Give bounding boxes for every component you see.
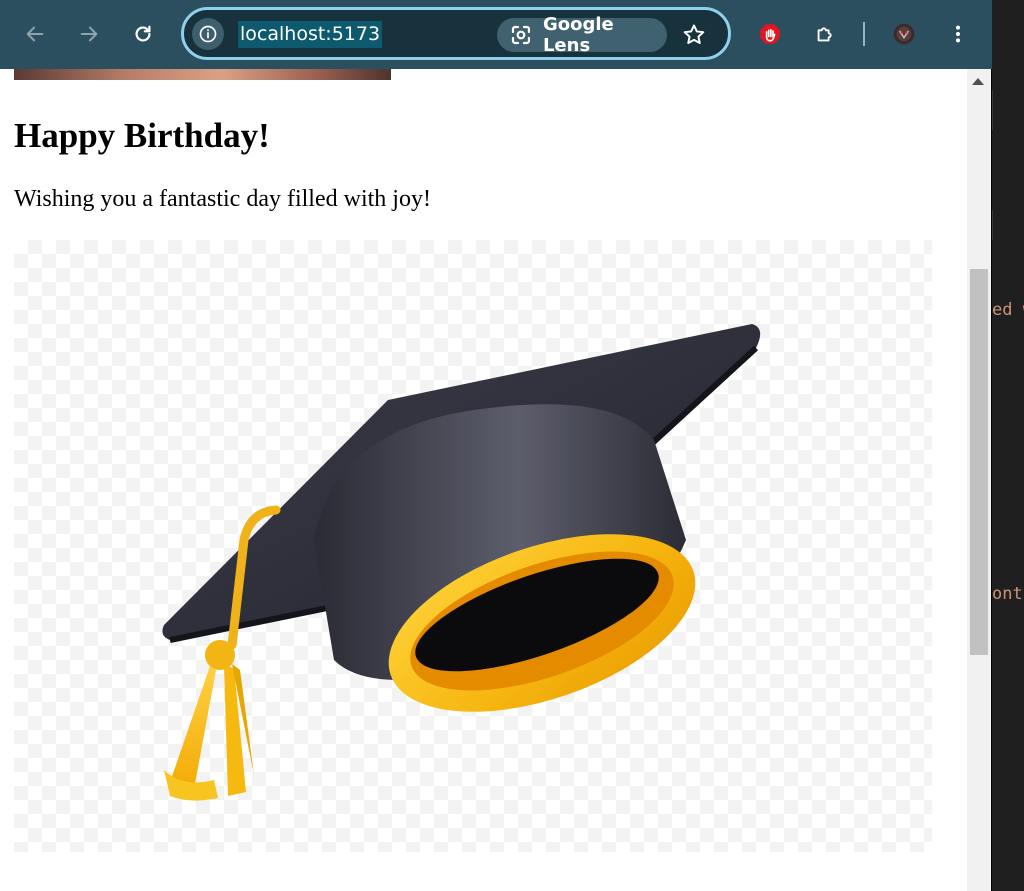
back-button[interactable] [19, 18, 51, 50]
page-scrollbar[interactable] [967, 69, 991, 891]
page-content: Happy Birthday! Wishing you a fantastic … [0, 69, 967, 891]
toolbar-divider [863, 22, 865, 46]
forward-button[interactable] [73, 18, 105, 50]
browser-window: localhost:5173 Google Lens Happy Birthda… [0, 0, 992, 891]
page-title: Happy Birthday! [14, 116, 270, 155]
arrow-left-icon [26, 26, 44, 42]
indent-guide [992, 90, 993, 130]
code-fragment: ont [992, 584, 1023, 604]
indent-guide [992, 210, 993, 240]
star-icon [683, 24, 705, 44]
arrow-right-icon [80, 26, 98, 42]
info-circle-icon [199, 25, 217, 43]
graduation-cap-image [14, 240, 932, 852]
stop-hand-icon [760, 24, 780, 44]
vertical-dots-icon [955, 25, 961, 43]
bookmark-button[interactable] [681, 22, 707, 48]
google-lens-icon [511, 25, 531, 45]
google-lens-button[interactable]: Google Lens [497, 14, 667, 56]
code-fragment: ed w [992, 300, 1024, 320]
address-bar[interactable]: localhost:5173 Google Lens [181, 7, 731, 60]
scroll-up-arrow[interactable] [972, 78, 984, 85]
reload-icon [135, 25, 151, 42]
google-lens-label: Google Lens [542, 14, 614, 56]
adblock-extension-button[interactable] [754, 18, 786, 50]
birthday-message: Wishing you a fantastic day filled with … [14, 186, 431, 212]
profile-button[interactable] [888, 18, 920, 50]
extensions-button[interactable] [809, 18, 841, 50]
scroll-thumb[interactable] [970, 269, 988, 655]
menu-button[interactable] [942, 18, 974, 50]
url-text[interactable]: localhost:5173 [238, 21, 383, 48]
browser-toolbar: localhost:5173 Google Lens [0, 0, 992, 69]
avatar-icon [893, 23, 915, 45]
site-info-button[interactable] [192, 18, 224, 50]
code-editor-background: ed w ont [992, 0, 1024, 891]
puzzle-piece-icon [817, 27, 832, 42]
photo-partial [14, 69, 391, 80]
reload-button[interactable] [127, 18, 159, 50]
